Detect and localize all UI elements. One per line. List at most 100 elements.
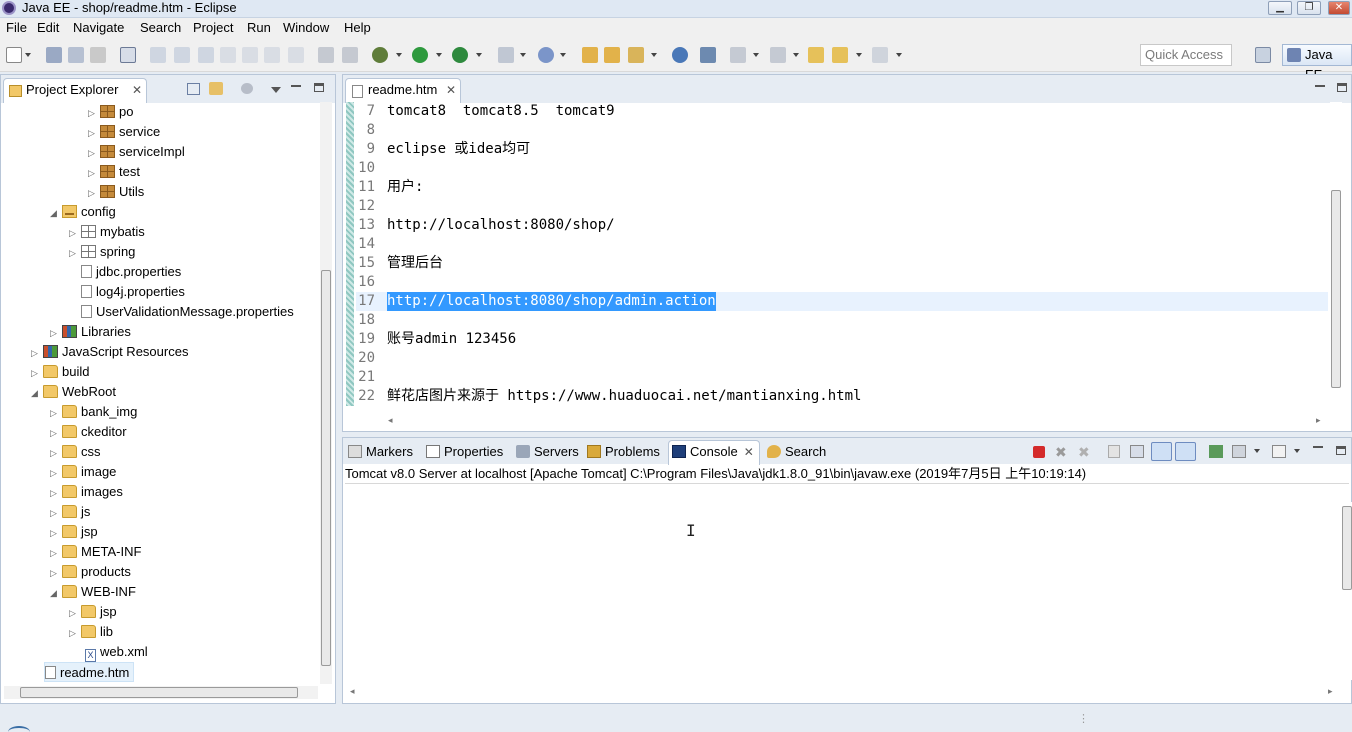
- menu-window[interactable]: Window: [283, 20, 329, 35]
- terminate-icon[interactable]: [198, 47, 214, 63]
- scroll-thumb[interactable]: [20, 687, 298, 698]
- code-line[interactable]: 管理后台: [387, 254, 443, 273]
- maximize-console-icon[interactable]: [1336, 446, 1346, 455]
- tab-readme[interactable]: readme.htm ✕: [345, 78, 461, 103]
- status-bar-grip[interactable]: ⋮: [1078, 712, 1089, 725]
- console-dropdown-icon[interactable]: [1254, 449, 1260, 453]
- scroll-thumb[interactable]: [1342, 506, 1352, 590]
- scroll-thumb[interactable]: [1331, 190, 1341, 388]
- close-tab-icon[interactable]: ✕: [744, 445, 754, 459]
- menu-file[interactable]: File: [6, 20, 27, 35]
- explorer-horizontal-scrollbar[interactable]: [4, 686, 318, 699]
- drop-to-frame-icon[interactable]: [318, 47, 334, 63]
- tree-item[interactable]: ◢ WebRoot: [31, 382, 116, 402]
- disconnect-icon[interactable]: [220, 47, 236, 63]
- code-line[interactable]: eclipse 或idea均可: [387, 140, 530, 159]
- minimize-console-icon[interactable]: [1313, 444, 1323, 448]
- tab-console[interactable]: Console ✕: [672, 443, 754, 463]
- tab-markers[interactable]: Markers: [348, 443, 413, 463]
- view-menu-icon[interactable]: [271, 87, 281, 93]
- code-line[interactable]: http://localhost:8080/shop/: [387, 216, 615, 235]
- minimize-view-icon[interactable]: [291, 83, 301, 87]
- explorer-vertical-scrollbar[interactable]: [320, 102, 332, 684]
- external-tools-icon[interactable]: [700, 47, 716, 63]
- new-java-class-icon[interactable]: [538, 47, 554, 63]
- next-annotation-icon[interactable]: [730, 47, 746, 63]
- open-perspective-icon[interactable]: [1255, 47, 1271, 63]
- tree-item[interactable]: Xweb.xml: [85, 642, 148, 662]
- tree-item[interactable]: ▷ Libraries: [50, 322, 131, 342]
- resume-icon[interactable]: [150, 47, 166, 63]
- pin-console-icon[interactable]: [1209, 445, 1223, 458]
- tree-item[interactable]: ▷ ckeditor: [50, 422, 127, 442]
- console-vertical-scrollbar[interactable]: [1341, 502, 1352, 680]
- show-console-on-stdout-icon[interactable]: [1151, 442, 1172, 461]
- code-line[interactable]: 鲜花店图片来源于 https://www.huaduocai.net/manti…: [387, 387, 861, 406]
- minimize-editor-icon[interactable]: [1315, 83, 1325, 87]
- console-output[interactable]: [345, 485, 1341, 685]
- tree-item[interactable]: ▷ jsp: [69, 602, 117, 622]
- code-line-selected[interactable]: http://localhost:8080/shop/admin.action: [387, 292, 716, 311]
- forward-icon[interactable]: [872, 47, 888, 63]
- save-all-icon[interactable]: [68, 47, 84, 63]
- save-icon[interactable]: [46, 47, 62, 63]
- back-icon[interactable]: [832, 47, 848, 63]
- code-line[interactable]: 用户:: [387, 178, 423, 197]
- maximize-editor-icon[interactable]: [1337, 83, 1347, 92]
- terminate-icon[interactable]: [1033, 446, 1045, 458]
- run-server-icon[interactable]: [452, 47, 468, 63]
- maximize-view-icon[interactable]: [314, 83, 324, 92]
- step-into-icon[interactable]: [242, 47, 258, 63]
- remove-launch-icon[interactable]: ✖: [1055, 444, 1067, 461]
- tree-item[interactable]: ▷ products: [50, 562, 131, 582]
- tree-item[interactable]: ▷ js: [50, 502, 90, 522]
- open-type-icon[interactable]: [582, 47, 598, 63]
- close-tab-icon[interactable]: ✕: [446, 79, 456, 101]
- tree-item[interactable]: ▷ serviceImpl: [88, 142, 185, 162]
- quick-access-input[interactable]: Quick Access: [1140, 44, 1232, 66]
- tree-item[interactable]: ▷ lib: [69, 622, 113, 642]
- tree-item[interactable]: ▷ service: [88, 122, 160, 142]
- tree-item[interactable]: ▷ images: [50, 482, 123, 502]
- tree-item[interactable]: ◢ WEB-INF: [50, 582, 136, 602]
- tab-properties[interactable]: Properties: [426, 443, 503, 463]
- tab-project-explorer[interactable]: Project Explorer ✕: [3, 78, 147, 103]
- tab-problems[interactable]: Problems: [587, 443, 660, 463]
- console-horizontal-scrollbar[interactable]: ◂ ▸: [346, 686, 1336, 699]
- minimize-button[interactable]: ▁: [1268, 1, 1292, 15]
- new-server-icon[interactable]: [498, 47, 514, 63]
- tab-servers[interactable]: Servers: [516, 443, 579, 463]
- clear-console-icon[interactable]: [1108, 445, 1120, 458]
- scroll-right-icon[interactable]: ▸: [1328, 686, 1333, 697]
- menu-search[interactable]: Search: [140, 20, 181, 35]
- web-browser-icon[interactable]: [672, 47, 688, 63]
- link-with-editor-icon[interactable]: [209, 82, 223, 95]
- remove-all-terminated-icon[interactable]: ✖: [1078, 444, 1090, 461]
- print-icon[interactable]: [90, 47, 106, 63]
- use-step-filters-icon[interactable]: [342, 47, 358, 63]
- tree-item[interactable]: ▷ Utils: [88, 182, 144, 202]
- open-console-icon[interactable]: [1272, 445, 1286, 458]
- menu-run[interactable]: Run: [247, 20, 271, 35]
- tree-item[interactable]: ▷ image: [50, 462, 116, 482]
- tree-item[interactable]: ▷ jsp: [50, 522, 98, 542]
- focus-icon[interactable]: [241, 83, 253, 94]
- code-line[interactable]: 账号admin 123456: [387, 330, 516, 349]
- tree-item[interactable]: ▷ mybatis: [69, 222, 145, 242]
- skip-breakpoints-icon[interactable]: [120, 47, 136, 63]
- tab-search[interactable]: Search: [767, 443, 826, 463]
- tree-item[interactable]: ▷ css: [50, 442, 101, 462]
- editor-horizontal-scrollbar[interactable]: ◂ ▸: [384, 415, 1326, 428]
- scroll-left-icon[interactable]: ◂: [350, 686, 355, 697]
- open-console-dropdown-icon[interactable]: [1294, 449, 1300, 453]
- scroll-lock-icon[interactable]: [1130, 445, 1144, 458]
- tree-item[interactable]: ▷ test: [88, 162, 140, 182]
- show-console-on-stderr-icon[interactable]: [1175, 442, 1196, 461]
- menu-project[interactable]: Project: [193, 20, 233, 35]
- menu-help[interactable]: Help: [344, 20, 371, 35]
- suspend-icon[interactable]: [174, 47, 190, 63]
- collapse-all-icon[interactable]: [187, 83, 200, 95]
- search-tool-icon[interactable]: [628, 47, 644, 63]
- new-icon[interactable]: [6, 47, 22, 63]
- perspective-java-ee-button[interactable]: Java EE: [1282, 44, 1352, 82]
